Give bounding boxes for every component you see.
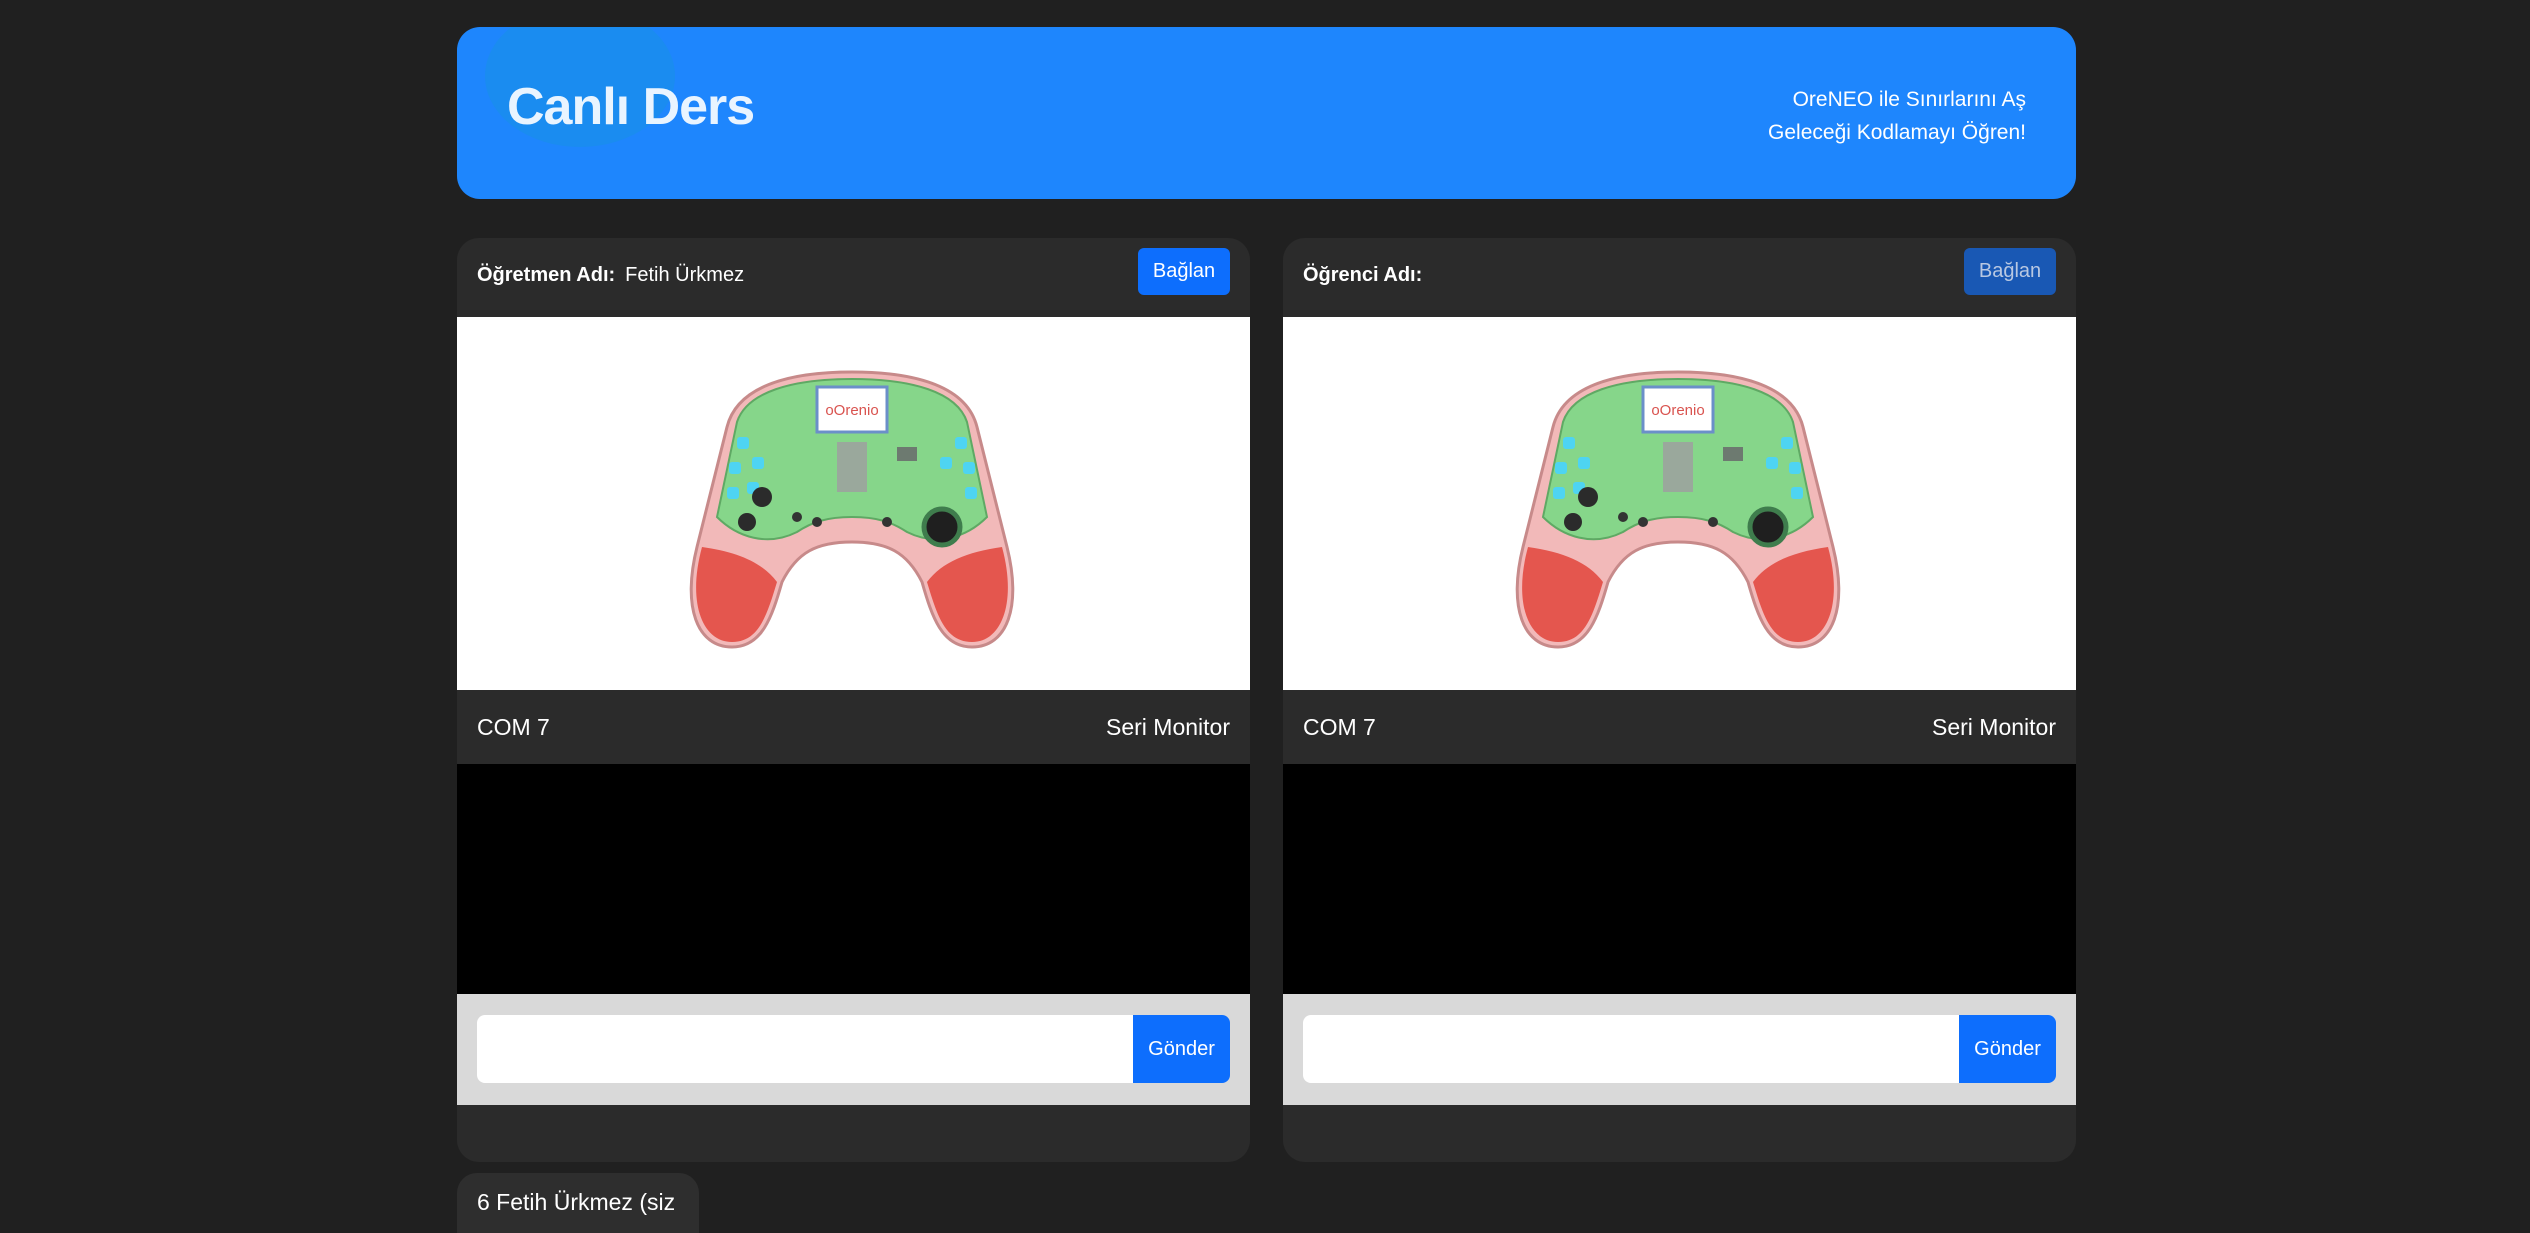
student-name-label: Öğrenci Adı: [1303, 264, 1432, 287]
teacher-panel: Öğretmen Adı: Fetih Ürkmez Bağlan oOrenio [457, 238, 1250, 1162]
teacher-panel-header: Öğretmen Adı: Fetih Ürkmez Bağlan [457, 238, 1250, 317]
student-serial-bar: COM 7 Seri Monitor [1283, 690, 2076, 764]
teacher-name-label: Öğretmen Adı: Fetih Ürkmez [477, 264, 744, 287]
teacher-serial-output [457, 764, 1250, 994]
teacher-connect-button[interactable]: Bağlan [1138, 248, 1230, 295]
tagline-line-2: Geleceği Kodlamayı Öğren! [1768, 121, 2026, 144]
teacher-send-bar: Gönder [457, 994, 1250, 1105]
student-panel: Öğrenci Adı: Bağlan oOrenio COM 7 Seri M… [1283, 238, 2076, 1162]
student-connect-button[interactable]: Bağlan [1964, 248, 2056, 295]
panels-row: Öğretmen Adı: Fetih Ürkmez Bağlan oOrenio [457, 238, 2076, 1162]
teacher-serial-monitor-label: Seri Monitor [1106, 714, 1230, 740]
participant-text: 6 Fetih Ürkmez (siz [477, 1189, 676, 1215]
svg-text:oOrenio: oOrenio [825, 402, 878, 419]
teacher-name-value: Fetih Ürkmez [625, 264, 745, 286]
student-device-image: oOrenio [1283, 317, 2076, 690]
teacher-message-input[interactable] [477, 1015, 1133, 1083]
header-banner: Canlı Ders OreNEO ile Sınırlarını Aş Gel… [457, 27, 2076, 199]
header-tagline: OreNEO ile Sınırlarını Aş Geleceği Kodla… [1768, 83, 2026, 149]
student-panel-header: Öğrenci Adı: Bağlan [1283, 238, 2076, 317]
student-label-text: Öğrenci Adı: [1303, 264, 1423, 286]
participant-list-item[interactable]: 6 Fetih Ürkmez (siz [457, 1173, 699, 1233]
teacher-port-label: COM 7 [477, 714, 550, 740]
teacher-label-text: Öğretmen Adı: [477, 264, 616, 286]
student-send-button[interactable]: Gönder [1959, 1015, 2056, 1083]
controller-board-image: oOrenio [1515, 370, 1841, 649]
student-send-bar: Gönder [1283, 994, 2076, 1105]
student-port-label: COM 7 [1303, 714, 1376, 740]
tagline-line-1: OreNEO ile Sınırlarını Aş [1792, 88, 2026, 111]
student-serial-monitor-label: Seri Monitor [1932, 714, 2056, 740]
teacher-send-button[interactable]: Gönder [1133, 1015, 1230, 1083]
teacher-serial-bar: COM 7 Seri Monitor [457, 690, 1250, 764]
student-serial-output [1283, 764, 2076, 994]
teacher-device-image: oOrenio [457, 317, 1250, 690]
svg-text:oOrenio: oOrenio [1651, 402, 1704, 419]
page-container: Canlı Ders OreNEO ile Sınırlarını Aş Gel… [457, 27, 2076, 1162]
page-title: Canlı Ders [507, 78, 755, 136]
student-message-input[interactable] [1303, 1015, 1959, 1083]
controller-board-image: oOrenio [689, 370, 1015, 649]
